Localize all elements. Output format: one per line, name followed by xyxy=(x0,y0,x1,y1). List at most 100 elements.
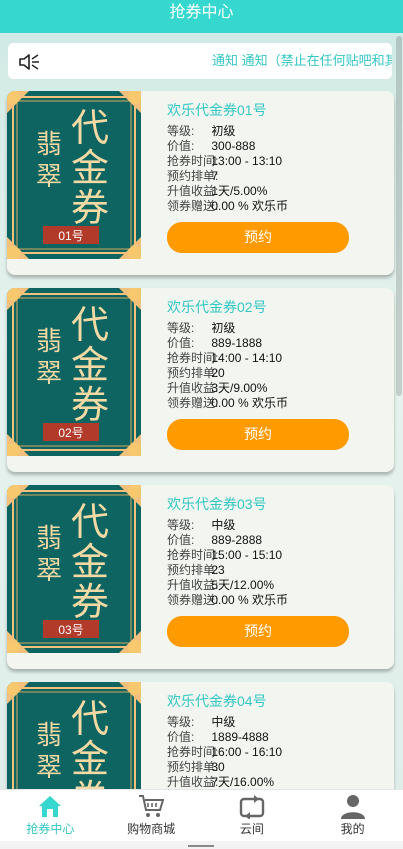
info-row-gift: 领券赠送: 0.00 % 欢乐币 xyxy=(167,396,387,411)
time-label: 抢券时间: xyxy=(167,548,219,562)
gain-value: 1天/5.00% xyxy=(211,184,268,198)
coupon-sub-char-1: 翡 xyxy=(36,524,62,554)
notice-bar[interactable]: 通知 通知（禁止在任何贴吧和其他平台发布推广信息） xyxy=(8,43,392,79)
info-row-time: 抢券时间: 15:00 - 15:10 xyxy=(167,548,387,563)
level-label: 等级: xyxy=(167,715,195,729)
time-value: 15:00 - 15:10 xyxy=(211,548,283,562)
gain-value: 5天/12.00% xyxy=(211,578,275,592)
queue-value: 20 xyxy=(211,366,225,380)
coupon-card[interactable]: 代 金 券 翡 翠 02号 欢乐代金券02号 等级: 初级 价值: 889-18… xyxy=(7,288,394,472)
info-row-price: 价值: 889-1888 xyxy=(167,336,387,351)
level-value: 初级 xyxy=(211,124,236,138)
time-value: 14:00 - 14:10 xyxy=(211,351,283,365)
info-row-time: 抢券时间: 13:00 - 13:10 xyxy=(167,154,387,169)
level-value: 中级 xyxy=(211,715,236,729)
info-row-time: 抢券时间: 16:00 - 16:10 xyxy=(167,745,387,760)
exchange-icon xyxy=(239,795,265,819)
gift-label: 领券赠送: xyxy=(167,396,219,410)
reserve-button[interactable]: 预约 xyxy=(167,222,349,253)
speaker-icon xyxy=(19,54,39,70)
scrollbar[interactable] xyxy=(396,36,402,396)
info-row-queue: 预约排单: 7 xyxy=(167,169,387,184)
info-row-gain: 升值收益: 1天/5.00% xyxy=(167,184,387,199)
time-label: 抢券时间: xyxy=(167,351,219,365)
coupon-card[interactable]: 代 金 券 翡 翠 01号 欢乐代金券01号 等级: 初级 价值: 300-88… xyxy=(7,91,394,275)
coupon-title-char-2: 金 xyxy=(71,146,109,190)
tab-mall-label: 购物商城 xyxy=(127,822,176,836)
tab-cloud[interactable]: 云间 xyxy=(202,790,303,841)
gift-value: 0.00 % 欢乐币 xyxy=(211,396,289,410)
coupon-card[interactable]: 代 金 券 翡 翠 03号 欢乐代金券03号 等级: 中级 价值: 889-28… xyxy=(7,485,394,669)
tab-mall[interactable]: 购物商城 xyxy=(101,790,202,841)
info-row-gain: 升值收益: 5天/12.00% xyxy=(167,578,387,593)
gift-label: 领券赠送: xyxy=(167,593,219,607)
info-row-price: 价值: 889-2888 xyxy=(167,533,387,548)
queue-value: 7 xyxy=(211,169,219,183)
price-value: 1889-4888 xyxy=(211,730,269,744)
price-label: 价值: xyxy=(167,533,195,547)
gain-label: 升值收益: xyxy=(167,775,219,789)
coupon-sub-char-1: 翡 xyxy=(36,721,62,751)
coupon-image: 代 金 券 翡 翠 03号 xyxy=(7,485,141,653)
coupon-image: 代 金 券 翡 翠 02号 xyxy=(7,288,141,456)
coupon-title-char-3: 券 xyxy=(71,186,109,230)
info-row-level: 等级: 中级 xyxy=(167,518,387,533)
coupon-sub-char-1: 翡 xyxy=(36,327,62,357)
info-row-price: 价值: 1889-4888 xyxy=(167,730,387,745)
user-icon xyxy=(340,795,365,819)
coupon-name: 欢乐代金券01号 xyxy=(167,102,267,118)
info-row-level: 等级: 中级 xyxy=(167,715,387,730)
gain-label: 升值收益: xyxy=(167,578,219,592)
coupon-number: 03号 xyxy=(58,623,83,637)
gain-label: 升值收益: xyxy=(167,184,219,198)
home-indicator-bar xyxy=(0,841,403,849)
coupon-art: 代 金 券 翡 翠 03号 xyxy=(7,485,141,653)
coupon-title-char-1: 代 xyxy=(71,500,109,544)
coupon-title-char-3: 券 xyxy=(71,383,109,427)
level-value: 初级 xyxy=(211,321,236,335)
coupon-sub-char-2: 翠 xyxy=(36,162,62,192)
level-label: 等级: xyxy=(167,518,195,532)
tab-home[interactable]: 抢券中心 xyxy=(0,790,101,841)
level-label: 等级: xyxy=(167,321,195,335)
price-label: 价值: xyxy=(167,336,195,350)
time-label: 抢券时间: xyxy=(167,154,219,168)
notice-text: 通知 通知（禁止在任何贴吧和其他平台发布推广信息） xyxy=(212,53,392,68)
home-indicator xyxy=(188,845,214,847)
price-value: 300-888 xyxy=(211,139,256,153)
coupon-art: 代 金 券 翡 翠 01号 xyxy=(7,91,141,259)
tab-mine[interactable]: 我的 xyxy=(302,790,403,841)
reserve-button[interactable]: 预约 xyxy=(167,419,349,450)
coupon-info: 欢乐代金券03号 等级: 中级 价值: 889-2888 抢券时间: 15:00… xyxy=(167,495,387,608)
coupon-sub-char-2: 翠 xyxy=(36,753,62,783)
gift-label: 领券赠送: xyxy=(167,199,219,213)
price-label: 价值: xyxy=(167,139,195,153)
coupon-title-char-2: 金 xyxy=(71,540,109,584)
coupon-sub-char-2: 翠 xyxy=(36,556,62,586)
price-value: 889-1888 xyxy=(211,336,263,350)
tab-mine-label: 我的 xyxy=(340,822,365,836)
coupon-sub-char-2: 翠 xyxy=(36,359,62,389)
time-value: 13:00 - 13:10 xyxy=(211,154,283,168)
queue-value: 23 xyxy=(211,563,225,577)
tab-home-label: 抢券中心 xyxy=(26,822,75,836)
coupon-title-char-1: 代 xyxy=(71,303,109,347)
info-row-level: 等级: 初级 xyxy=(167,124,387,139)
queue-label: 预约排单: xyxy=(167,760,219,774)
coupon-image: 代 金 券 翡 翠 01号 xyxy=(7,91,141,259)
top-bar: 抢券中心 xyxy=(0,0,403,33)
coupon-name: 欢乐代金券04号 xyxy=(167,693,267,709)
coupon-number: 02号 xyxy=(58,426,83,440)
gift-value: 0.00 % 欢乐币 xyxy=(211,593,289,607)
coupon-title-char-1: 代 xyxy=(71,697,109,741)
tab-cloud-label: 云间 xyxy=(239,822,264,836)
tab-bar: 抢券中心 购物商城 云间 我的 xyxy=(0,789,403,841)
coupon-title-char-3: 券 xyxy=(71,580,109,624)
coupon-title-char-1: 代 xyxy=(71,106,109,150)
info-row-level: 等级: 初级 xyxy=(167,321,387,336)
info-row-gift: 领券赠送: 0.00 % 欢乐币 xyxy=(167,593,387,608)
coupon-name: 欢乐代金券02号 xyxy=(167,299,267,315)
queue-label: 预约排单: xyxy=(167,169,219,183)
queue-label: 预约排单: xyxy=(167,563,219,577)
reserve-button[interactable]: 预约 xyxy=(167,616,349,647)
